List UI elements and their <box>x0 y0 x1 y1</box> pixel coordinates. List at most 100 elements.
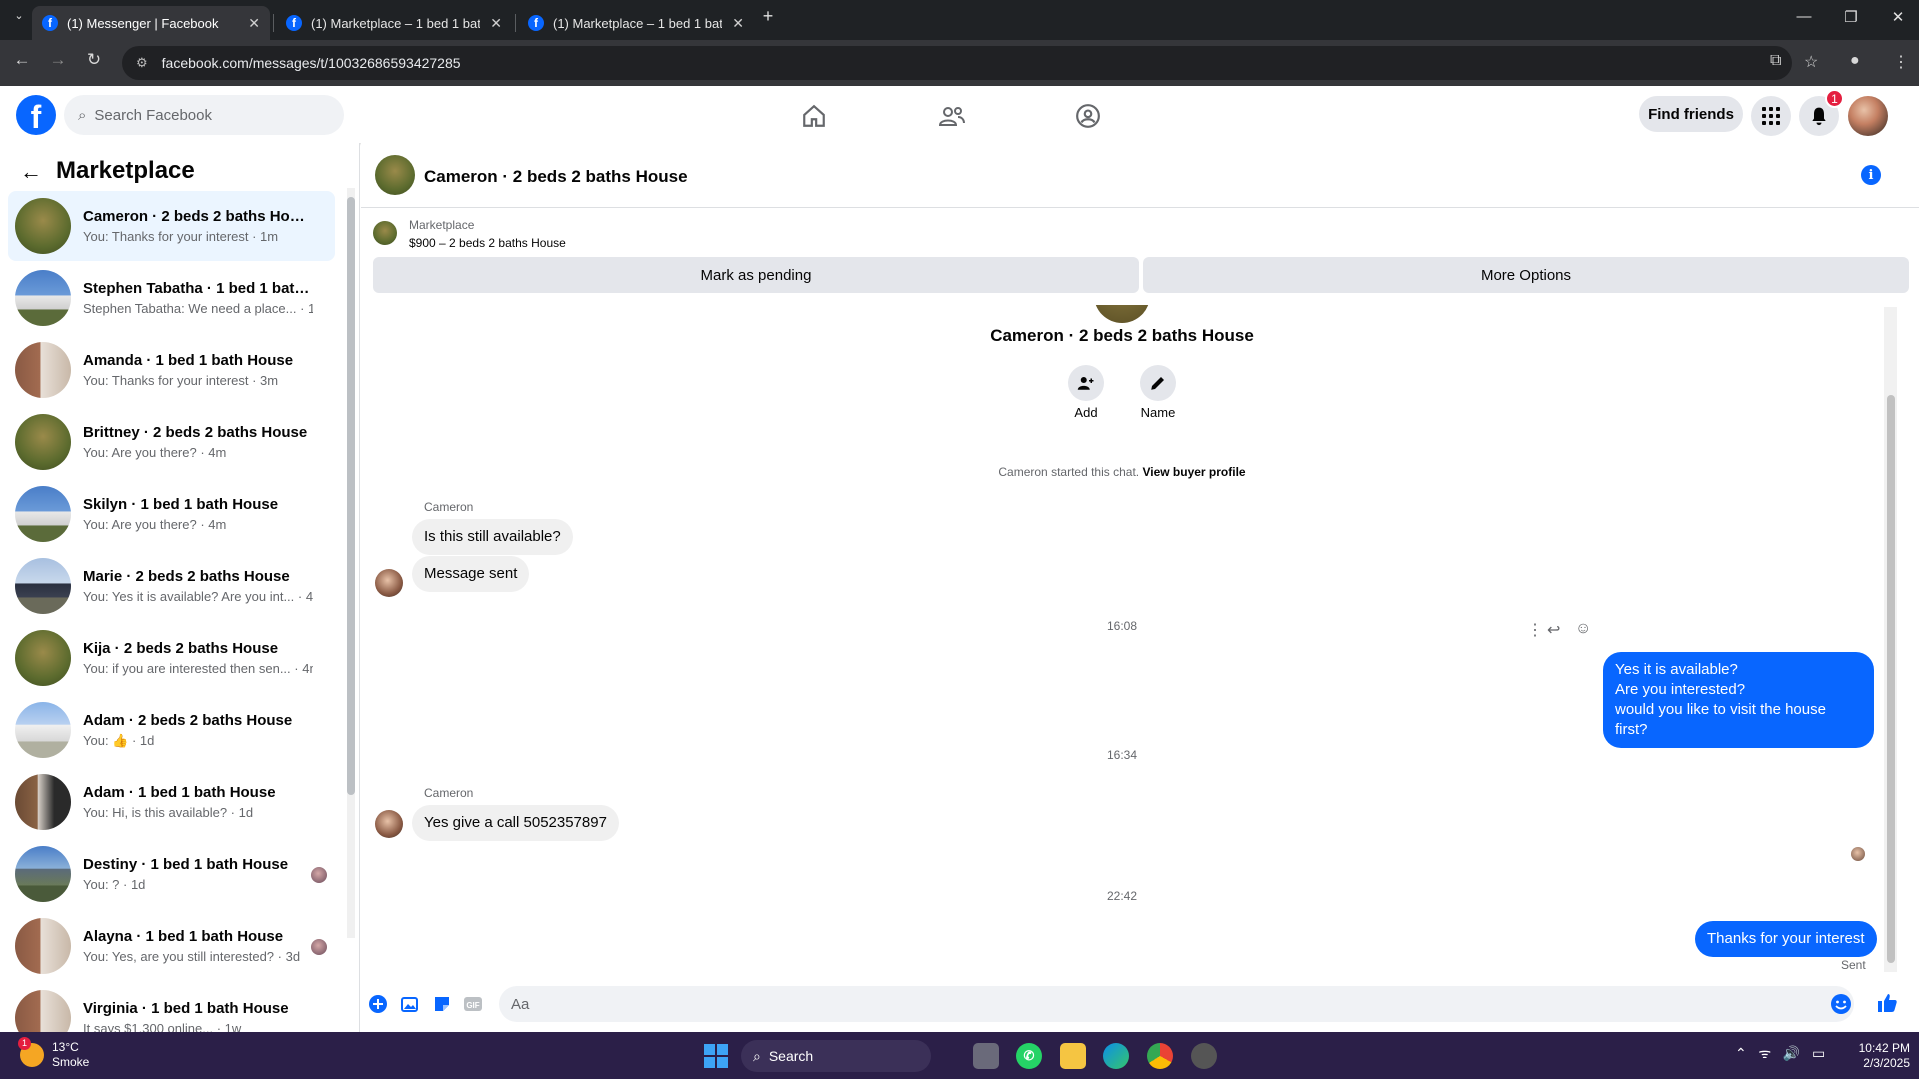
close-window-icon[interactable]: ✕ <box>1883 8 1913 26</box>
facebook-header: f ⌕ Search Facebook Find friends 1 <box>0 86 1919 143</box>
edit-name-button[interactable] <box>1140 365 1176 401</box>
sender-avatar <box>375 569 403 597</box>
tab-marketplace-2[interactable]: f (1) Marketplace – 1 bed 1 bath ✕ <box>518 6 754 40</box>
gif-icon[interactable]: GIF <box>462 993 484 1015</box>
plus-circle-icon[interactable] <box>367 993 389 1015</box>
name-label: Name <box>1140 405 1176 420</box>
listing-thumbnail <box>15 774 71 830</box>
taskbar-search[interactable]: ⌕ Search <box>741 1040 931 1072</box>
site-info-icon[interactable]: ⚙ <box>136 55 148 71</box>
conversation-item[interactable]: Marie · 2 beds 2 baths House You: Yes it … <box>8 551 335 621</box>
reply-icon[interactable]: ↩ <box>1547 620 1560 640</box>
whatsapp-icon[interactable]: ✆ <box>1016 1043 1042 1069</box>
conversation-item[interactable]: Brittney · 2 beds 2 baths House You: Are … <box>8 407 335 477</box>
listing-price[interactable]: $900 – 2 beds 2 baths House <box>409 236 566 250</box>
chrome-menu-icon[interactable]: ⋮ <box>1893 52 1909 72</box>
chat-header: Cameron · 2 beds 2 baths House i <box>361 143 1919 208</box>
more-options-button[interactable]: More Options <box>1143 257 1909 293</box>
url-text: facebook.com/messages/t/1003268659342728… <box>161 55 461 71</box>
tab-search-icon[interactable]: ⌄ <box>4 9 34 22</box>
incoming-message[interactable]: Is this still available? <box>412 519 573 555</box>
conversation-info-icon[interactable]: i <box>1861 165 1881 185</box>
file-explorer-icon[interactable] <box>1060 1043 1086 1069</box>
restore-icon[interactable]: ❐ <box>1836 8 1866 26</box>
search-icon: ⌕ <box>753 1047 761 1064</box>
chat-title[interactable]: Cameron · 2 beds 2 baths House <box>424 167 688 187</box>
taskbar-clock[interactable]: 10:42 PM 2/3/2025 <box>1840 1041 1910 1071</box>
conversation-item[interactable]: Kija · 2 beds 2 baths House You: if you a… <box>8 623 335 693</box>
windows-start-icon[interactable] <box>704 1044 728 1068</box>
task-view-icon[interactable] <box>973 1043 999 1069</box>
chat-listing-thumbnail[interactable] <box>375 155 415 195</box>
chrome-icon[interactable] <box>1147 1043 1173 1069</box>
react-emoji-icon[interactable]: ☺ <box>1575 620 1591 638</box>
close-tab-icon[interactable]: ✕ <box>732 15 744 32</box>
conversation-item[interactable]: Adam · 2 beds 2 baths House You: 👍 · 1d <box>8 695 335 765</box>
tab-marketplace-1[interactable]: f (1) Marketplace – 1 bed 1 bath ✕ <box>276 6 512 40</box>
scrollbar-thumb[interactable] <box>1887 395 1895 963</box>
message-thread: Cameron · 2 beds 2 baths House Add Name … <box>361 305 1919 977</box>
friends-icon[interactable] <box>936 100 968 132</box>
conversation-item[interactable]: Destiny · 1 bed 1 bath House You: ? · 1d <box>8 839 335 909</box>
reload-icon[interactable]: ↻ <box>82 50 106 70</box>
svg-text:GIF: GIF <box>466 1001 479 1010</box>
sticker-icon[interactable] <box>431 993 453 1015</box>
weather-widget[interactable]: 1 13°C Smoke <box>18 1037 89 1070</box>
facebook-logo-icon[interactable]: f <box>16 95 56 135</box>
new-tab-icon[interactable]: + <box>753 6 783 27</box>
outgoing-message[interactable]: Yes it is available? Are you interested?… <box>1603 652 1874 748</box>
sender-name: Cameron <box>424 500 474 514</box>
conversation-item[interactable]: Adam · 1 bed 1 bath House You: Hi, is thi… <box>8 767 335 837</box>
install-app-icon[interactable]: ⧉ <box>1770 52 1781 70</box>
conversation-item[interactable]: Stephen Tabatha · 1 bed 1 bath ... Stephe… <box>8 263 335 333</box>
home-icon[interactable] <box>798 100 830 132</box>
conversation-item[interactable]: Cameron · 2 beds 2 baths House You: Thank… <box>8 191 335 261</box>
add-label: Add <box>1074 405 1098 420</box>
conversation-item[interactable]: Amanda · 1 bed 1 bath House You: Thanks f… <box>8 335 335 405</box>
search-placeholder: Search Facebook <box>94 106 212 124</box>
listing-thumbnail <box>15 486 71 542</box>
timestamp: 16:08 <box>1106 619 1138 633</box>
tab-messenger[interactable]: f (1) Messenger | Facebook ✕ <box>32 6 270 40</box>
conversation-item[interactable]: Alayna · 1 bed 1 bath House You: Yes, are… <box>8 911 335 981</box>
back-icon[interactable]: ← <box>10 50 34 70</box>
listing-banner: Marketplace $900 – 2 beds 2 baths House … <box>361 209 1919 305</box>
bookmark-star-icon[interactable]: ☆ <box>1804 52 1818 72</box>
url-field[interactable]: ⚙ facebook.com/messages/t/10032686593427… <box>122 46 1792 80</box>
emoji-icon[interactable] <box>1830 993 1852 1015</box>
listing-thumbnail <box>15 918 71 974</box>
timestamp: 16:34 <box>1106 748 1138 762</box>
scrollbar-thumb[interactable] <box>347 197 355 795</box>
address-bar: ← → ↻ ⚙ facebook.com/messages/t/10032686… <box>0 40 1919 86</box>
incoming-message[interactable]: Yes give a call 5052357897 <box>412 805 619 841</box>
search-facebook-input[interactable]: ⌕ Search Facebook <box>64 95 344 135</box>
edge-icon[interactable] <box>1103 1043 1129 1069</box>
chrome-profile-icon[interactable] <box>1191 1043 1217 1069</box>
add-contact-button[interactable] <box>1068 365 1104 401</box>
outgoing-message[interactable]: Thanks for your interest <box>1695 921 1877 957</box>
conversation-item[interactable]: Skilyn · 1 bed 1 bath House You: Are you … <box>8 479 335 549</box>
message-input[interactable]: Aa <box>499 986 1854 1022</box>
message-composer: GIF Aa <box>361 978 1919 1032</box>
incoming-message[interactable]: Message sent <box>412 556 530 592</box>
mark-as-pending-button[interactable]: Mark as pending <box>373 257 1139 293</box>
menu-grid-icon[interactable] <box>1751 96 1791 136</box>
more-actions-icon[interactable]: ⋮ <box>1527 620 1543 640</box>
groups-icon[interactable] <box>1072 100 1104 132</box>
system-tray-icons[interactable]: ⌃ ᯤ 🔊 ▭ <box>1735 1044 1825 1063</box>
close-tab-icon[interactable]: ✕ <box>248 15 260 32</box>
close-tab-icon[interactable]: ✕ <box>490 15 502 32</box>
thumbs-up-icon[interactable] <box>1876 992 1898 1014</box>
attach-photo-icon[interactable] <box>399 993 421 1015</box>
view-buyer-profile-link[interactable]: View buyer profile <box>1142 465 1245 479</box>
account-avatar[interactable] <box>1848 96 1888 136</box>
find-friends-button[interactable]: Find friends <box>1639 96 1743 132</box>
forward-icon[interactable]: → <box>46 50 70 70</box>
listing-thumbnail <box>15 846 71 902</box>
profile-thumbnail <box>1094 305 1150 323</box>
back-arrow-icon[interactable]: ← <box>20 159 42 185</box>
tab-divider <box>515 14 516 32</box>
conversation-item[interactable]: Virginia · 1 bed 1 bath House It says $1,… <box>8 983 335 1032</box>
profile-icon[interactable]: ● <box>1850 52 1860 70</box>
minimize-icon[interactable]: — <box>1789 8 1819 25</box>
